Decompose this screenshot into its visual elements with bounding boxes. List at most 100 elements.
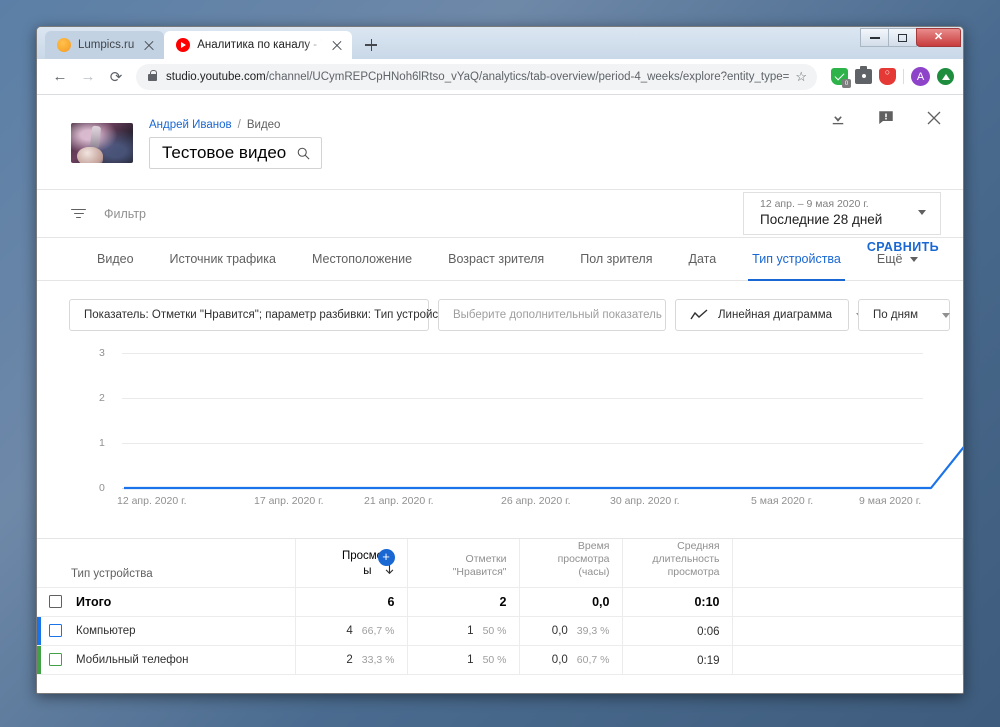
column-label-line2: просмотра bbox=[557, 553, 610, 566]
total-watchtime-cell: 0,0 bbox=[519, 587, 623, 617]
tab-label: Ещё bbox=[876, 252, 903, 266]
lock-icon bbox=[148, 70, 158, 81]
row-avgduration-cell: 0:06 bbox=[622, 616, 733, 646]
browser-toolbar: ← → ⟳ studio.youtube.com/channel/UCymREP… bbox=[37, 59, 963, 95]
chevron-down-icon bbox=[910, 256, 919, 262]
x-tick-label: 12 апр. 2020 г. bbox=[117, 495, 187, 507]
row-spacer-cell bbox=[732, 645, 963, 675]
close-button[interactable]: ✕ bbox=[916, 28, 961, 47]
value: 4 bbox=[346, 624, 353, 637]
metric-selector[interactable]: Показатель: Отметки "Нравится"; параметр… bbox=[69, 299, 488, 331]
bookmark-star-icon[interactable]: ☆ bbox=[795, 69, 807, 85]
address-bar[interactable]: studio.youtube.com/channel/UCymREPCpHNoh… bbox=[136, 63, 817, 90]
header-text: Андрей Иванов / Видео Тестовое видео bbox=[149, 119, 323, 169]
reload-icon[interactable]: ⟳ bbox=[102, 63, 130, 91]
column-label-line3: (часы) bbox=[578, 566, 610, 579]
tab-device-type[interactable]: Тип устройства bbox=[734, 238, 859, 281]
feedback-icon[interactable] bbox=[875, 107, 897, 129]
percent: 50 % bbox=[482, 653, 507, 666]
granularity-label: По дням bbox=[873, 309, 919, 321]
adblock-shield-icon[interactable]: 0 bbox=[831, 68, 851, 88]
minimize-button[interactable] bbox=[860, 28, 889, 47]
breadcrumb-channel[interactable]: Андрей Иванов bbox=[149, 119, 232, 131]
analytics-header: Андрей Иванов / Видео Тестовое видео bbox=[37, 95, 963, 169]
browser-tab-lumpics[interactable]: Lumpics.ru bbox=[45, 31, 165, 59]
table-row[interactable]: Мобильный телефон 2 33,3 % 1 50 % 0,0 60,7 … bbox=[37, 645, 963, 675]
row-label: Итого bbox=[76, 594, 112, 609]
total-views-cell: 6 bbox=[295, 587, 408, 617]
date-range-selector[interactable]: 12 апр. – 9 мая 2020 г. Последние 28 дне… bbox=[743, 192, 941, 235]
column-header-views[interactable]: + Просмотр ы bbox=[295, 539, 408, 588]
tab-location[interactable]: Местоположение bbox=[294, 238, 430, 280]
tab-label: Дата bbox=[688, 252, 717, 266]
y-tick-label: 1 bbox=[99, 437, 105, 449]
tab-viewer-gender[interactable]: Пол зрителя bbox=[562, 238, 670, 280]
download-icon[interactable] bbox=[827, 107, 849, 129]
browser-tab-youtube[interactable]: Аналитика по каналу - YouTube bbox=[164, 31, 353, 59]
close-icon[interactable] bbox=[330, 38, 344, 52]
back-icon[interactable]: ← bbox=[46, 63, 74, 91]
maximize-button[interactable] bbox=[888, 28, 917, 47]
toolbar-divider bbox=[903, 69, 904, 84]
search-icon[interactable] bbox=[296, 146, 311, 161]
new-tab-button[interactable] bbox=[358, 32, 384, 58]
x-tick-label: 5 мая 2020 г. bbox=[751, 495, 814, 507]
table-row-total[interactable]: Итого 6 2 0,0 0:10 bbox=[37, 587, 963, 617]
row-views-cell: 2 33,3 % bbox=[295, 645, 408, 675]
close-icon[interactable] bbox=[142, 38, 156, 52]
value: 1 bbox=[467, 624, 474, 637]
row-label: Компьютер bbox=[76, 624, 136, 637]
extension-icons: 0 A bbox=[831, 66, 954, 88]
chart-type-selector[interactable]: Линейная диаграмма bbox=[675, 299, 865, 331]
tab-date[interactable]: Дата bbox=[670, 238, 734, 280]
close-icon[interactable] bbox=[923, 107, 945, 129]
row-likes-cell: 1 50 % bbox=[407, 645, 520, 675]
column-header-likes[interactable]: Отметки "Нравится" bbox=[407, 539, 520, 588]
row-watchtime-cell: 0,0 39,3 % bbox=[519, 616, 623, 646]
secondary-metric-placeholder: Выберите дополнительный показатель bbox=[453, 309, 662, 321]
column-label-line2: ы bbox=[363, 565, 372, 578]
total-label-cell: Итого bbox=[37, 587, 296, 617]
add-column-button[interactable]: + bbox=[377, 549, 395, 566]
profile-avatar[interactable]: A bbox=[911, 67, 930, 86]
column-header-spacer bbox=[732, 539, 963, 588]
secondary-metric-selector[interactable]: Выберите дополнительный показатель bbox=[438, 299, 694, 331]
value: 1 bbox=[467, 653, 474, 666]
tab-traffic-source[interactable]: Источник трафика bbox=[152, 238, 294, 280]
breadcrumb: Андрей Иванов / Видео bbox=[149, 119, 322, 131]
chart-series-line bbox=[124, 446, 963, 490]
filter-placeholder: Фильтр bbox=[104, 206, 146, 221]
column-label-line3: просмотра bbox=[667, 566, 720, 579]
forward-icon[interactable]: → bbox=[74, 63, 102, 91]
breadcrumb-section: Видео bbox=[246, 119, 281, 131]
table-header-row: Тип устройства + Просмотр ы Отметки "Нра… bbox=[37, 539, 963, 588]
x-tick-label: 30 апр. 2020 г. bbox=[610, 495, 680, 507]
column-header-device[interactable]: Тип устройства bbox=[37, 539, 296, 588]
tab-viewer-age[interactable]: Возраст зрителя bbox=[430, 238, 562, 280]
line-chart-icon bbox=[690, 309, 708, 321]
granularity-selector[interactable]: По дням bbox=[858, 299, 951, 331]
screenshot-camera-icon[interactable] bbox=[855, 66, 872, 84]
tab-video[interactable]: Видео bbox=[71, 238, 152, 280]
tab-more[interactable]: Ещё bbox=[859, 238, 937, 280]
url-text: studio.youtube.com/channel/UCymREPCpHNoh… bbox=[166, 70, 790, 83]
row-checkbox[interactable] bbox=[49, 653, 62, 666]
video-search-box[interactable]: Тестовое видео bbox=[149, 137, 323, 169]
page-content: Андрей Иванов / Видео Тестовое видео СРА… bbox=[37, 95, 963, 693]
row-checkbox[interactable] bbox=[49, 595, 62, 608]
value: 0,0 bbox=[551, 624, 568, 637]
value: 0:19 bbox=[697, 654, 720, 667]
row-checkbox[interactable] bbox=[49, 624, 62, 637]
filter-control[interactable]: Фильтр bbox=[71, 207, 146, 221]
security-shield-icon[interactable] bbox=[879, 67, 896, 85]
x-tick-label: 9 мая 2020 г. bbox=[859, 495, 922, 507]
analytics-chart: 3 2 1 0 12 апр. 2020 г. 17 апр. 2020 г. … bbox=[89, 343, 963, 518]
chevron-down-icon bbox=[942, 312, 951, 318]
chart-type-label: Линейная диаграмма bbox=[718, 309, 833, 321]
table-row[interactable]: Компьютер 4 66,7 % 1 50 % 0,0 39,3 % 0:06 bbox=[37, 616, 963, 646]
update-icon[interactable] bbox=[937, 68, 954, 85]
column-header-avgduration[interactable]: Средняя длительность просмотра bbox=[622, 539, 733, 588]
x-tick-label: 21 апр. 2020 г. bbox=[364, 495, 434, 507]
column-header-watchtime[interactable]: Время просмотра (часы) bbox=[519, 539, 623, 588]
y-tick-label: 0 bbox=[99, 482, 105, 494]
